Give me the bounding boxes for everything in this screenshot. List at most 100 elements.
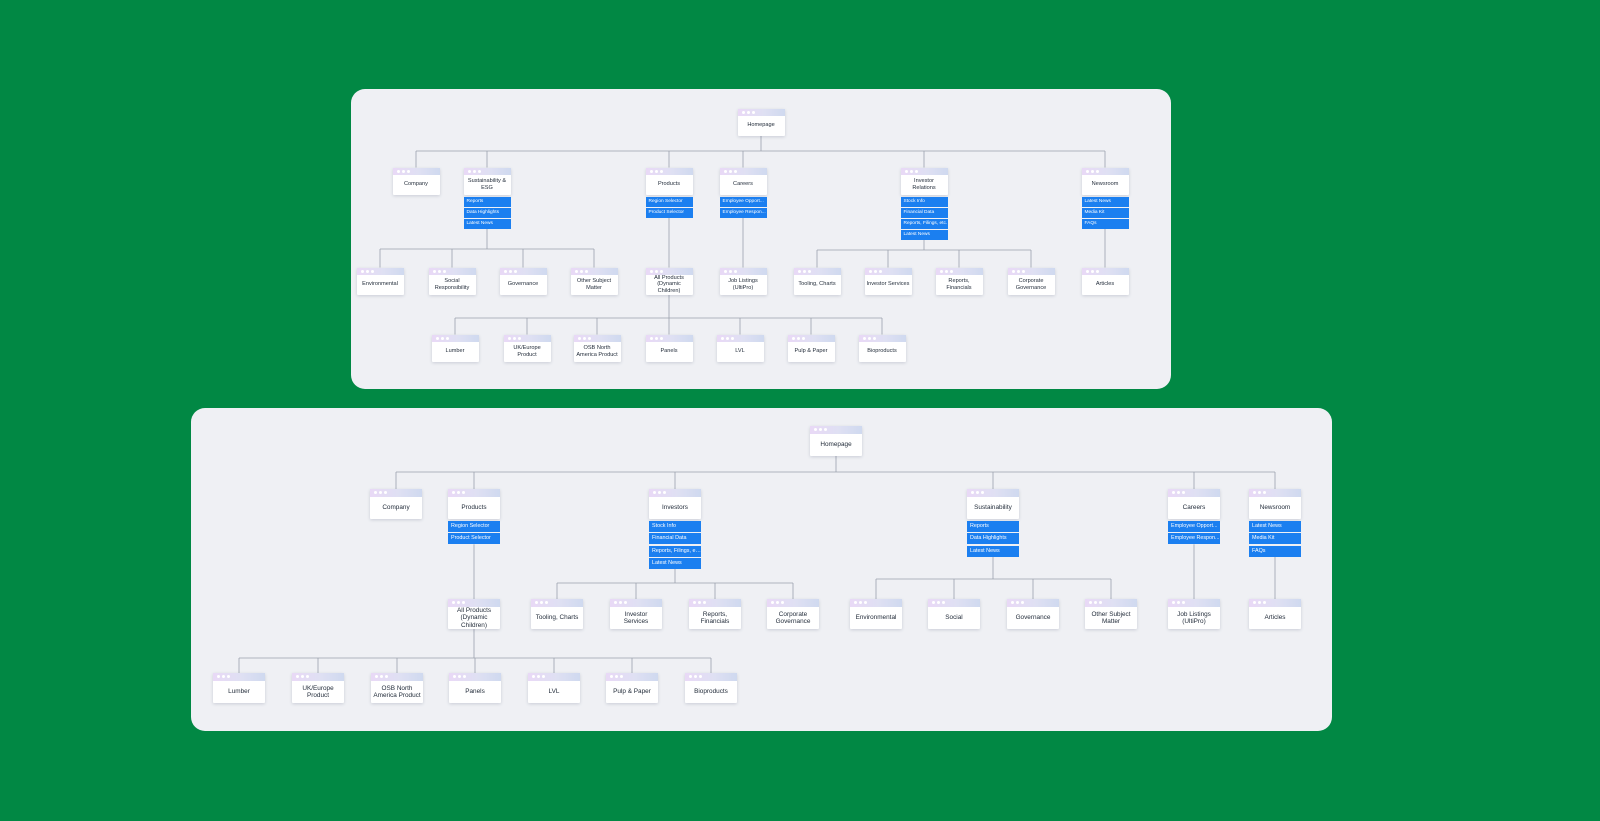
window-dots-icon [1085, 169, 1099, 174]
product-uk-europe-product-card[interactable]: UK/Europe Product [503, 334, 551, 362]
section-careers-card[interactable]: Careers [719, 167, 767, 195]
page-articles-card[interactable]: Articles [1249, 599, 1301, 629]
window-title-bar [900, 167, 948, 175]
page-tag[interactable]: Data Highlights [463, 207, 511, 218]
page-tag[interactable]: Financial Data [900, 207, 948, 218]
page-tag[interactable]: Latest News [463, 218, 511, 229]
page-tag[interactable]: FAQs [1081, 218, 1129, 229]
window-dots-icon [689, 675, 702, 679]
page-other-subject-matter-card[interactable]: Other Subject Matter [570, 267, 618, 295]
window-dots-icon [1172, 491, 1185, 495]
page-tag[interactable]: Stock Info [649, 521, 701, 532]
page-tag[interactable]: Media Kit [1081, 207, 1129, 218]
product-panels-card[interactable]: Panels [645, 334, 693, 362]
page-job-listings-ultipro--card[interactable]: Job Listings (UltiPro) [719, 267, 767, 295]
page-other-subject-matter-card[interactable]: Other Subject Matter [1085, 599, 1137, 629]
homepage-label: Homepage [747, 122, 775, 129]
page-tag[interactable]: Employee Respon... [1168, 533, 1220, 545]
page-tag[interactable]: Latest News [1081, 196, 1129, 207]
page-environmental-card[interactable]: Environmental [850, 599, 902, 629]
page-tag[interactable]: Reports, Filings, etc. [649, 545, 701, 557]
section-products-card[interactable]: Products [448, 489, 500, 519]
page-tag[interactable]: Reports [463, 196, 511, 207]
product-osb-north-america-product-card[interactable]: OSB North America Product [371, 673, 423, 703]
page-tag[interactable]: Product Selector [645, 207, 693, 218]
homepage-card[interactable]: Homepage [810, 426, 862, 456]
page-tag[interactable]: FAQs [1249, 545, 1301, 557]
page-tag[interactable]: Region Selector [448, 521, 500, 532]
window-dots-icon [649, 336, 663, 341]
product-lvl-card[interactable]: LVL [716, 334, 764, 362]
section-products-card[interactable]: Products [645, 167, 693, 195]
page-tag[interactable]: Financial Data [649, 533, 701, 545]
window-dots-icon [360, 269, 374, 274]
section-sustainability-card[interactable]: Sustainability [967, 489, 1019, 519]
homepage-label: Homepage [820, 441, 852, 449]
page-investor-services-card[interactable]: Investor Services [864, 267, 912, 295]
page-social-responsibility-card[interactable]: Social Responsibility [428, 267, 476, 295]
section-newsroom-card[interactable]: Newsroom [1081, 167, 1129, 195]
window-title-bar [967, 489, 1019, 497]
page-corporate-governance-card[interactable]: Corporate Governance [767, 599, 819, 629]
page-tag[interactable]: Latest News [900, 229, 948, 240]
page-tag[interactable]: Stock Info [900, 196, 948, 207]
page-tag[interactable]: Region Selector [645, 196, 693, 207]
page-investor-services-card[interactable]: Investor Services [610, 599, 662, 629]
product-pulp-paper-card[interactable]: Pulp & Paper [787, 334, 835, 362]
page-job-listings-ultipro--label: Job Listings (UltiPro) [1177, 610, 1211, 625]
product-lumber-card[interactable]: Lumber [431, 334, 479, 362]
section-newsroom-card[interactable]: Newsroom [1249, 489, 1301, 519]
section-company-card[interactable]: Company [392, 167, 440, 195]
page-governance-card[interactable]: Governance [1007, 599, 1059, 629]
page-tag[interactable]: Employee Opport... [719, 196, 767, 207]
window-title-bar [928, 599, 980, 607]
window-dots-icon [396, 169, 410, 174]
product-pulp-paper-card[interactable]: Pulp & Paper [606, 673, 658, 703]
window-title-bar [767, 599, 819, 607]
page-tooling-charts-card[interactable]: Tooling, Charts [793, 267, 841, 295]
section-products-tag-list: Region Selector Product Selector [448, 521, 500, 545]
section-investor-relations-card[interactable]: Investor Relations [900, 167, 948, 195]
page-tag[interactable]: Data Highlights [967, 533, 1019, 545]
homepage-card[interactable]: Homepage [737, 108, 785, 136]
page-reports-financials-label: Reports, Financials [946, 278, 972, 291]
product-osb-north-america-product-card[interactable]: OSB North America Product [573, 334, 621, 362]
page-tag[interactable]: Employee Respon... [719, 207, 767, 218]
section-company-label: Company [382, 504, 410, 512]
page-corporate-governance-card[interactable]: Corporate Governance [1007, 267, 1055, 295]
page-job-listings-ultipro--card[interactable]: Job Listings (UltiPro) [1168, 599, 1220, 629]
page-tag[interactable]: Media Kit [1249, 533, 1301, 545]
page-reports-financials-card[interactable]: Reports, Financials [689, 599, 741, 629]
page-tag[interactable]: Reports [967, 521, 1019, 532]
page-tag[interactable]: Reports, Filings, etc. [900, 218, 948, 229]
page-social-card[interactable]: Social [928, 599, 980, 629]
section-careers-label: Careers [733, 181, 753, 188]
page-tag[interactable]: Product Selector [448, 533, 500, 545]
product-bioproducts-card[interactable]: Bioproducts [685, 673, 737, 703]
page-governance-card[interactable]: Governance [499, 267, 547, 295]
page-tag[interactable]: Latest News [967, 545, 1019, 557]
product-lvl-card[interactable]: LVL [528, 673, 580, 703]
page-environmental-card[interactable]: Environmental [356, 267, 404, 295]
product-bioproducts-card[interactable]: Bioproducts [858, 334, 906, 362]
product-uk-europe-product-label: UK/Europe Product [302, 684, 334, 699]
page-tooling-charts-card[interactable]: Tooling, Charts [531, 599, 583, 629]
page-articles-card[interactable]: Articles [1081, 267, 1129, 295]
window-title-bar [499, 267, 547, 275]
product-uk-europe-product-card[interactable]: UK/Europe Product [292, 673, 344, 703]
product-lumber-card[interactable]: Lumber [213, 673, 265, 703]
section-sustainability-esg-card[interactable]: Sustainability & ESG [463, 167, 511, 195]
page-tag[interactable]: Latest News [649, 557, 701, 569]
page-reports-financials-card[interactable]: Reports, Financials [935, 267, 983, 295]
section-investors-card[interactable]: Investors [649, 489, 701, 519]
page-tag[interactable]: Employee Opport... [1168, 521, 1220, 532]
page-tag[interactable]: Latest News [1249, 521, 1301, 532]
window-dots-icon [649, 169, 663, 174]
page-social-label: Social [945, 614, 963, 622]
section-careers-card[interactable]: Careers [1168, 489, 1220, 519]
page-corporate-governance-label: Corporate Governance [775, 610, 811, 625]
section-company-card[interactable]: Company [370, 489, 422, 519]
page-all-products-dynamic-children--card[interactable]: All Products (Dynamic Children) [645, 267, 693, 295]
page-all-products-dynamic-children--card[interactable]: All Products (Dynamic Children) [448, 599, 500, 629]
product-panels-card[interactable]: Panels [449, 673, 501, 703]
